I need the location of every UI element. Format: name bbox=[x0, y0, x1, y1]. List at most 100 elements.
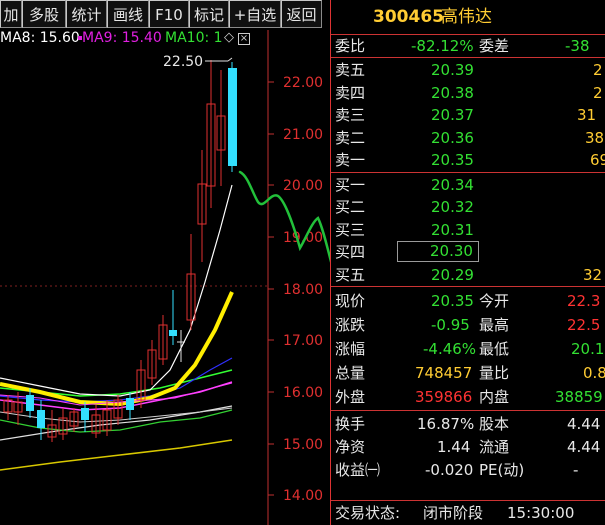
toolbar-button-multi-stock[interactable]: 多股 bbox=[22, 0, 66, 28]
quote-label: 最低 bbox=[479, 340, 510, 358]
toolbar-button-mark[interactable]: 标记 bbox=[189, 0, 229, 28]
toolbar-button-add[interactable]: 加 bbox=[0, 0, 22, 28]
candle bbox=[37, 410, 45, 428]
y-tick-label: 20.00 bbox=[283, 178, 323, 194]
quote-label: 总量 bbox=[335, 364, 366, 382]
high-price-label: 22.50 bbox=[163, 54, 203, 70]
ask-label: 卖一 bbox=[335, 151, 366, 169]
fund-row: 收益㈠ -0.020 PE(动) - bbox=[331, 459, 605, 482]
quote-value: 38859 bbox=[555, 388, 603, 406]
quote-value: -0.95 bbox=[431, 316, 470, 334]
bid-row: 买五 20.29 32 bbox=[331, 264, 605, 287]
y-tick-label: 18.00 bbox=[283, 282, 323, 298]
fund-label: PE(动) bbox=[479, 461, 525, 479]
y-tick-label: 14.00 bbox=[283, 488, 323, 504]
fund-label: 流通 bbox=[479, 438, 510, 456]
bid-label: 买五 bbox=[335, 265, 366, 284]
fund-row: 净资 1.44 流通 4.44 bbox=[331, 436, 605, 459]
toolbar-button-statistics[interactable]: 统计 bbox=[66, 0, 107, 28]
quote-row: 涨跌 -0.95 最高 22.5 bbox=[331, 314, 605, 338]
fund-value: 16.87% bbox=[417, 415, 475, 433]
kline-svg: 22.00 21.00 20.00 19.00 18.00 17.00 16.0… bbox=[0, 30, 330, 525]
ask-book: 卖五 20.39 2 卖四 20.38 2 卖三 20.37 31 卖二 20.… bbox=[331, 57, 605, 172]
ask-volume: 69 bbox=[590, 151, 605, 169]
toolbar-button-draw-line[interactable]: 画线 bbox=[107, 0, 149, 28]
bid-volume: 32 bbox=[583, 265, 603, 284]
bid-price: 20.29 bbox=[431, 265, 474, 284]
moving-average-lines bbox=[0, 184, 234, 471]
quote-panel: 300465 高伟达 委比 -82.12% 委差 -38 卖五 20.39 2 … bbox=[330, 0, 605, 525]
quote-row: 总量 748457 量比 0.8 bbox=[331, 362, 605, 386]
committee-ratio-label: 委比 bbox=[335, 37, 366, 55]
toolbar-button-back[interactable]: 返回 bbox=[281, 0, 322, 28]
ask-row: 卖四 20.38 2 bbox=[331, 82, 605, 105]
toolbar-button-f10[interactable]: F10 bbox=[149, 0, 189, 28]
fund-value: -0.020 bbox=[425, 461, 474, 479]
candles bbox=[3, 60, 237, 442]
chart-toolbar: 加 多股 统计 画线 F10 标记 +自选 返回 bbox=[0, 0, 330, 30]
quote-label: 涨跌 bbox=[335, 316, 366, 334]
quote-value: 20.1 bbox=[571, 340, 605, 358]
stock-code: 300465 bbox=[373, 7, 444, 27]
quote-value: 20.35 bbox=[431, 292, 474, 310]
y-tick-label: 15.00 bbox=[283, 437, 323, 453]
bid-label: 买二 bbox=[335, 198, 366, 216]
quote-label: 现价 bbox=[335, 292, 366, 310]
ask-price: 20.35 bbox=[431, 151, 474, 169]
candle bbox=[81, 408, 89, 420]
bid-label: 买三 bbox=[335, 220, 366, 239]
ask-volume: 2 bbox=[593, 61, 603, 79]
quote-label: 最高 bbox=[479, 316, 510, 334]
quote-value: 748457 bbox=[415, 364, 473, 382]
stock-header: 300465 高伟达 bbox=[331, 0, 605, 34]
ask-row: 卖五 20.39 2 bbox=[331, 59, 605, 82]
quote-label: 内盘 bbox=[479, 388, 510, 406]
quote-value: -4.46% bbox=[423, 340, 477, 358]
ask-price: 20.36 bbox=[431, 128, 474, 147]
quote-value: 359866 bbox=[415, 388, 473, 406]
fund-value: 4.44 bbox=[567, 415, 601, 433]
quote-label: 今开 bbox=[479, 292, 510, 310]
y-tick-label: 17.00 bbox=[283, 333, 323, 349]
fund-value: 4.44 bbox=[567, 438, 601, 456]
candle bbox=[169, 330, 177, 336]
ask-volume: 31 bbox=[577, 106, 597, 124]
candle bbox=[228, 68, 237, 166]
toolbar-button-add-favorite[interactable]: +自选 bbox=[229, 0, 281, 28]
ask-row: 卖一 20.35 69 bbox=[331, 149, 605, 172]
quote-label: 外盘 bbox=[335, 388, 366, 406]
fundamentals: 换手 16.87% 股本 4.44 净资 1.44 流通 4.44 收益㈠ -0… bbox=[331, 410, 605, 482]
status-value: 闭市阶段 bbox=[423, 504, 484, 522]
quote-value: 0.8 bbox=[583, 364, 605, 382]
ask-label: 卖五 bbox=[335, 61, 366, 79]
committee-diff-value: -38 bbox=[565, 37, 590, 55]
bid-price-selected[interactable]: 20.30 bbox=[397, 241, 479, 262]
ask-volume: 38 bbox=[585, 128, 605, 147]
ask-row: 卖二 20.36 38 bbox=[331, 127, 605, 150]
ask-price: 20.38 bbox=[431, 83, 474, 102]
quote-value: 22.5 bbox=[567, 316, 601, 334]
fund-label: 换手 bbox=[335, 415, 366, 433]
ask-label: 卖四 bbox=[335, 83, 366, 102]
trading-status: 交易状态: 闭市阶段 15:30:00 bbox=[331, 500, 605, 525]
ask-price: 20.37 bbox=[431, 106, 474, 124]
bid-row: 买二 20.32 bbox=[331, 196, 605, 219]
y-tick-label: 16.00 bbox=[283, 385, 323, 401]
y-tick-label: 21.00 bbox=[283, 127, 323, 143]
bid-price: 20.32 bbox=[431, 198, 474, 216]
candlestick-chart[interactable]: 22.00 21.00 20.00 19.00 18.00 17.00 16.0… bbox=[0, 30, 330, 525]
candle bbox=[126, 398, 134, 410]
committee-row: 委比 -82.12% 委差 -38 bbox=[331, 34, 605, 57]
quote-row: 外盘 359866 内盘 38859 bbox=[331, 386, 605, 410]
bid-row: 买一 20.34 bbox=[331, 174, 605, 197]
y-axis: 22.00 21.00 20.00 19.00 18.00 17.00 16.0… bbox=[268, 75, 323, 504]
quote-label: 涨幅 bbox=[335, 340, 366, 358]
bid-label: 买四 bbox=[335, 243, 366, 261]
bid-label: 买一 bbox=[335, 175, 366, 194]
fund-row: 换手 16.87% 股本 4.44 bbox=[331, 413, 605, 436]
status-label: 交易状态: bbox=[335, 504, 401, 522]
status-time: 15:30:00 bbox=[507, 504, 575, 522]
fund-label: 股本 bbox=[479, 415, 510, 433]
ask-row: 卖三 20.37 31 bbox=[331, 104, 605, 127]
committee-diff-label: 委差 bbox=[479, 37, 510, 55]
